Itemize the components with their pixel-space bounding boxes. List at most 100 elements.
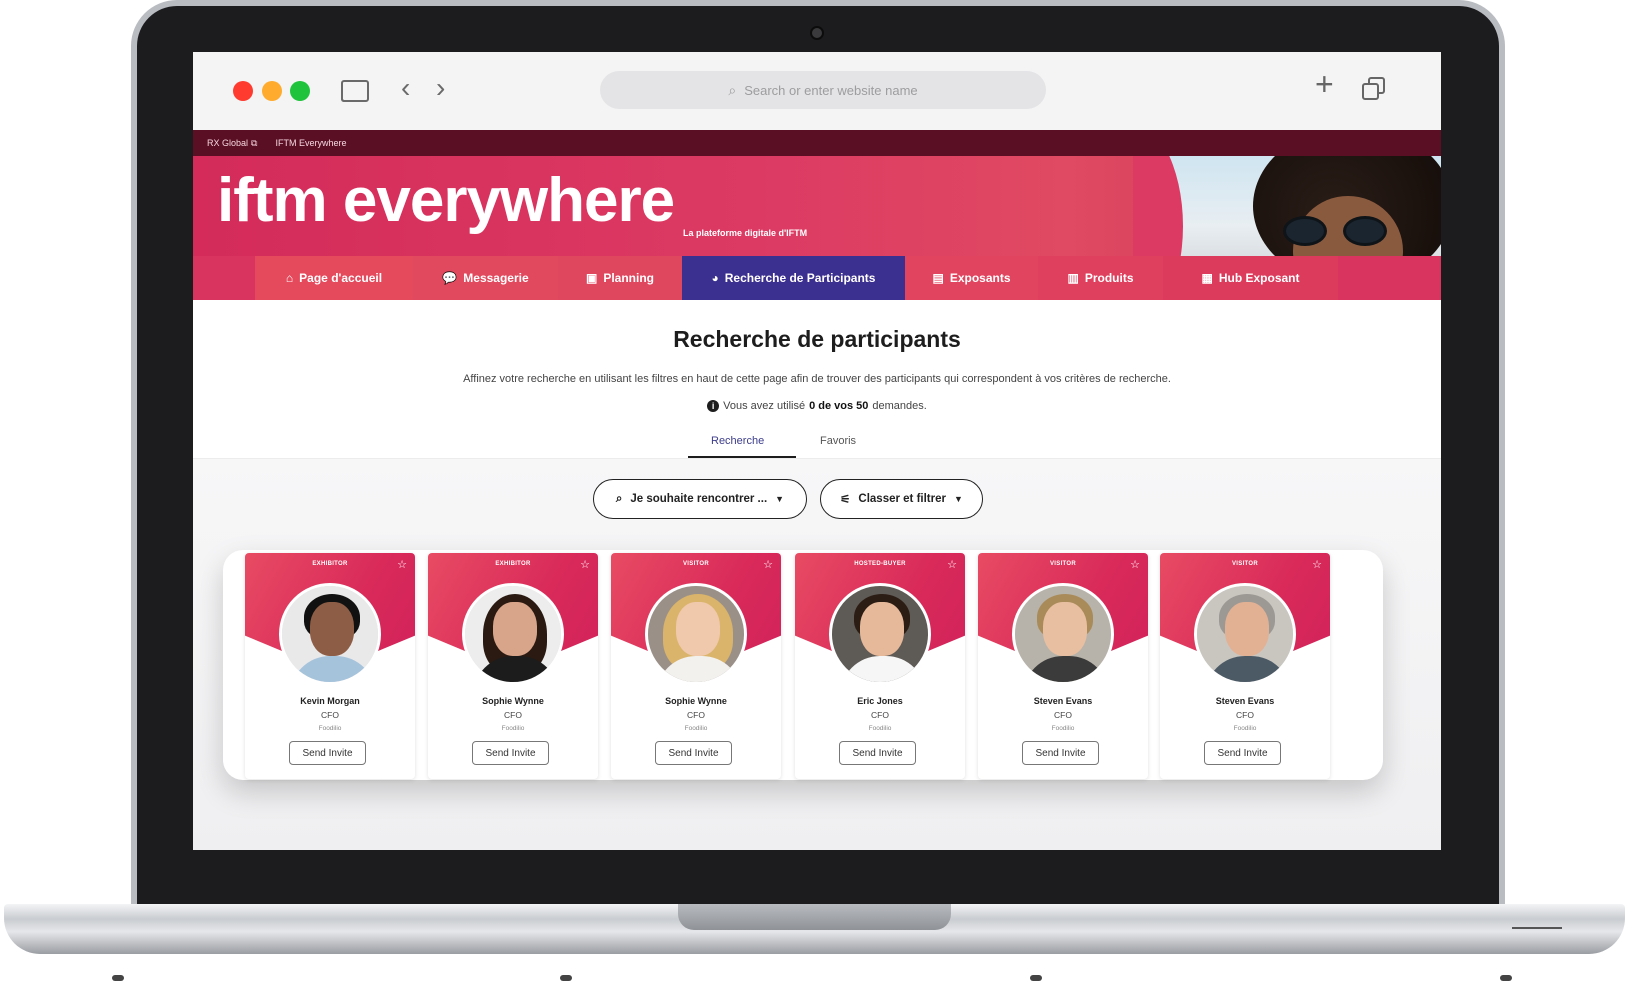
address-bar[interactable]: ⌕ Search or enter website name [600, 71, 1046, 109]
link-iftm-everywhere[interactable]: IFTM Everywhere [275, 138, 346, 148]
participant-company: Foodilio [1051, 725, 1075, 732]
laptop-base-line [1512, 927, 1562, 929]
laptop-mockup: ‹ › ⌕ Search or enter website name + RX … [0, 0, 1629, 990]
browser-toolbar: ‹ › ⌕ Search or enter website name + [193, 52, 1441, 130]
nav-messagerie[interactable]: 💬 Messagerie [413, 256, 558, 300]
star-icon[interactable]: ☆ [947, 558, 957, 571]
nav-home[interactable]: ⌂ Page d'accueil [255, 256, 413, 300]
exhibitor-icon: ▤ [932, 271, 944, 285]
role-badge: VISITOR [1232, 561, 1258, 567]
web-page: RX Global ⧉ IFTM Everywhere iftm everywhe… [193, 130, 1441, 850]
tab-recherche[interactable]: Recherche [711, 435, 764, 447]
tab-favoris[interactable]: Favoris [820, 435, 856, 447]
product-icon: ▥ [1067, 271, 1079, 285]
participant-name: Kevin Morgan [300, 696, 360, 706]
laptop-foot [1500, 975, 1512, 981]
new-tab-icon[interactable]: + [1315, 68, 1334, 100]
send-invite-button[interactable]: Send Invite [1204, 741, 1281, 765]
star-icon[interactable]: ☆ [1312, 558, 1322, 571]
avatar [645, 583, 747, 685]
send-invite-button[interactable]: Send Invite [289, 741, 366, 765]
calendar-icon: ▣ [585, 271, 598, 285]
request-quota: i Vous avez utilisé 0 de vos 50 demandes… [193, 400, 1441, 412]
participant-title: CFO [1054, 710, 1072, 720]
caret-down-icon: ▼ [775, 494, 785, 504]
participant-card[interactable]: VISITOR ☆ Steven Evans CFO Foodilio Send… [978, 553, 1148, 779]
role-badge: EXHIBITOR [312, 561, 348, 567]
external-link-icon: ⧉ [251, 137, 258, 148]
participant-company: Foodilio [318, 725, 342, 732]
screen: ‹ › ⌕ Search or enter website name + RX … [193, 52, 1441, 850]
top-links-strip: RX Global ⧉ IFTM Everywhere [193, 130, 1441, 156]
link-rx-global[interactable]: RX Global ⧉ [207, 138, 257, 149]
participant-name: Steven Evans [1033, 696, 1093, 706]
chat-icon: 💬 [442, 271, 458, 285]
close-window-button[interactable] [233, 81, 253, 101]
send-invite-button[interactable]: Send Invite [655, 741, 732, 765]
participant-name: Sophie Wynne [482, 696, 544, 706]
star-icon[interactable]: ☆ [397, 558, 407, 571]
participant-card[interactable]: EXHIBITOR ☆ Sophie Wynne CFO Foodilio Se… [428, 553, 598, 779]
nav-planning[interactable]: ▣ Planning [558, 256, 682, 300]
laptop-foot [1030, 975, 1042, 981]
sidebar-icon[interactable] [341, 80, 369, 102]
forward-icon[interactable]: › [436, 74, 445, 102]
avatar [279, 583, 381, 685]
role-badge: VISITOR [1050, 561, 1076, 567]
laptop-foot [112, 975, 124, 981]
participant-company: Foodilio [501, 725, 525, 732]
participant-company: Foodilio [1233, 725, 1257, 732]
nav-exposants[interactable]: ▤ Exposants [905, 256, 1038, 300]
nav-recherche-participants[interactable]: ◕ Recherche de Participants [682, 256, 905, 300]
iftm-logo[interactable]: iftm everywhere [217, 170, 675, 232]
star-icon[interactable]: ☆ [763, 558, 773, 571]
participant-card[interactable]: EXHIBITOR ☆ Kevin Morgan CFO Foodilio Se… [245, 553, 415, 779]
meet-filter-dropdown[interactable]: ⌕ Je souhaite rencontrer ... ▼ [593, 479, 807, 519]
send-invite-button[interactable]: Send Invite [472, 741, 549, 765]
page-title: Recherche de participants [673, 326, 961, 352]
maximize-window-button[interactable] [290, 81, 310, 101]
hero-banner: iftm everywhere La plateforme digitale d… [193, 156, 1441, 282]
tabs-overview-icon[interactable] [1362, 77, 1386, 101]
participant-company: Foodilio [868, 725, 892, 732]
caret-down-icon: ▼ [953, 494, 963, 504]
participant-card[interactable]: VISITOR ☆ Sophie Wynne CFO Foodilio Send… [611, 553, 781, 779]
main-navigation: ⌂ Page d'accueil 💬 Messagerie ▣ Planning… [193, 256, 1441, 300]
participant-title: CFO [871, 710, 889, 720]
laptop-base-notch [678, 904, 951, 930]
nav-produits[interactable]: ▥ Produits [1038, 256, 1163, 300]
star-icon[interactable]: ☆ [580, 558, 590, 571]
sort-filter-dropdown[interactable]: ⚟ Classer et filtrer ▼ [820, 479, 983, 519]
participant-card[interactable]: HOSTED-BUYER ☆ Eric Jones CFO Foodilio S… [795, 553, 965, 779]
participant-company: Foodilio [684, 725, 708, 732]
participant-name: Sophie Wynne [665, 696, 727, 706]
role-badge: VISITOR [683, 561, 709, 567]
participant-title: CFO [504, 710, 522, 720]
send-invite-button[interactable]: Send Invite [1022, 741, 1099, 765]
participant-title: CFO [1236, 710, 1254, 720]
filter-sliders-icon: ⚟ [840, 494, 851, 506]
send-invite-button[interactable]: Send Invite [839, 741, 916, 765]
role-badge: EXHIBITOR [495, 561, 531, 567]
participants-icon: ◕ [711, 271, 719, 285]
page-description: Affinez votre recherche en utilisant les… [463, 373, 1171, 385]
back-icon[interactable]: ‹ [401, 74, 410, 102]
role-badge: HOSTED-BUYER [854, 561, 906, 567]
avatar [462, 583, 564, 685]
address-placeholder: Search or enter website name [744, 82, 918, 98]
minimize-window-button[interactable] [262, 81, 282, 101]
logo-subtitle: La plateforme digitale d'IFTM [683, 228, 808, 238]
avatar [1194, 583, 1296, 685]
search-icon: ⌕ [615, 492, 623, 505]
nav-hub-exposant[interactable]: ▦ Hub Exposant [1163, 256, 1338, 300]
participant-title: CFO [321, 710, 339, 720]
search-icon: ⌕ [728, 81, 737, 98]
info-icon: i [707, 400, 720, 412]
webcam [810, 26, 824, 40]
avatar [1012, 583, 1114, 685]
participant-title: CFO [687, 710, 705, 720]
star-icon[interactable]: ☆ [1130, 558, 1140, 571]
avatar [829, 583, 931, 685]
participant-name: Eric Jones [857, 696, 903, 706]
participant-card[interactable]: VISITOR ☆ Steven Evans CFO Foodilio Send… [1160, 553, 1330, 779]
